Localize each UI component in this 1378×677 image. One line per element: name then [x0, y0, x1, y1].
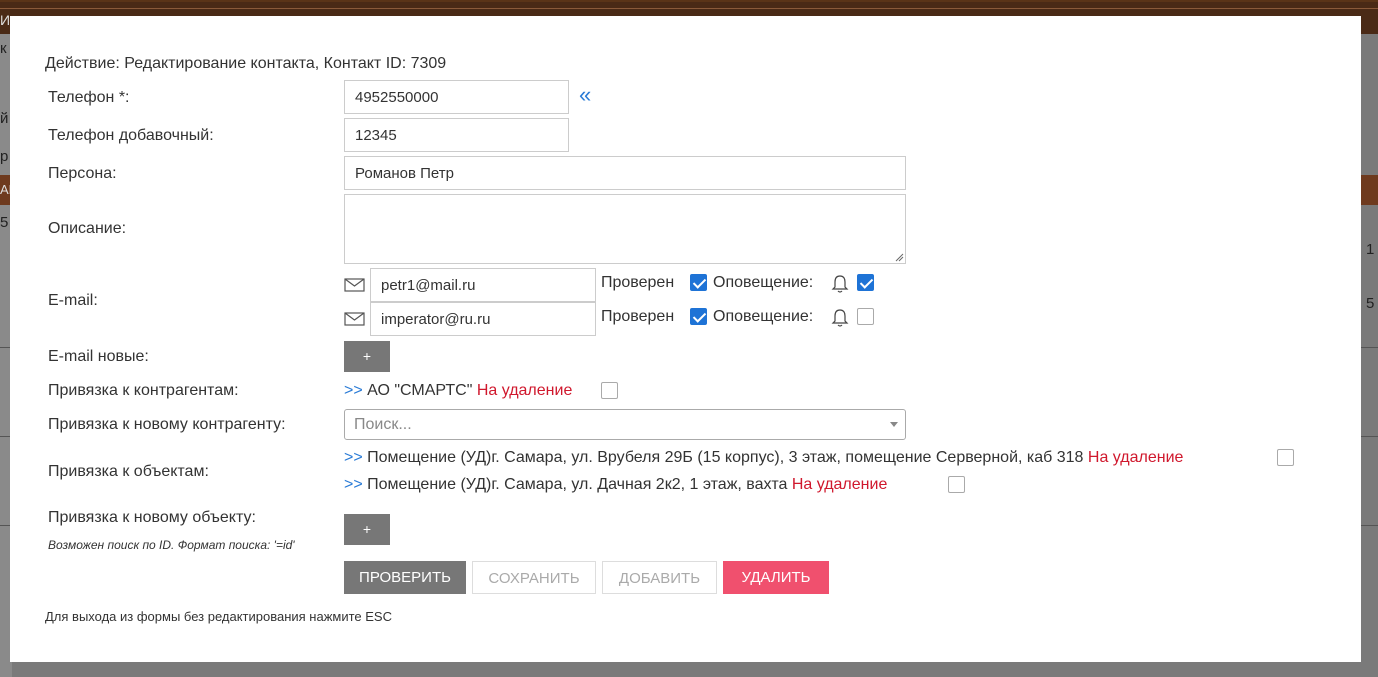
notify-label: Оповещение:	[713, 308, 814, 325]
esc-hint: Для выхода из формы без редактирования н…	[45, 609, 392, 624]
object-item: >> Помещение (УД)г. Самара, ул. Врубеля …	[344, 449, 1183, 467]
contractor-delete-label: На удаление	[476, 382, 573, 399]
add-object-button[interactable]: +	[344, 514, 390, 545]
phone-input[interactable]	[344, 80, 569, 114]
background-divider	[1361, 347, 1378, 348]
notify-checkbox-2[interactable]	[857, 308, 874, 325]
bell-icon	[831, 309, 849, 327]
background-fragment: р	[0, 148, 9, 165]
delete-button[interactable]: УДАЛИТЬ	[723, 561, 829, 594]
verified-label: Проверен	[601, 308, 675, 325]
object-item: >> Помещение (УД)г. Самара, ул. Дачная 2…	[344, 476, 887, 494]
person-input[interactable]	[344, 156, 906, 190]
email-new-label: E-mail новые:	[48, 348, 149, 365]
contractor-link[interactable]: >>	[344, 382, 363, 399]
check-button[interactable]: ПРОВЕРИТЬ	[344, 561, 466, 594]
background-divider	[1361, 525, 1378, 526]
contractor-item: >> АО "СМАРТС" На удаление	[344, 382, 572, 400]
background-fragment: й	[0, 110, 9, 127]
object-link[interactable]: >>	[344, 449, 363, 466]
envelope-icon	[344, 278, 365, 292]
object-delete-label: На удаление	[1087, 449, 1184, 466]
description-label: Описание:	[48, 220, 127, 237]
background-divider	[1361, 436, 1378, 437]
verified-checkbox-2[interactable]	[690, 308, 707, 325]
phone-label: Телефон *:	[48, 89, 130, 106]
resize-grip-icon[interactable]	[894, 252, 904, 262]
background-fragment: И	[0, 12, 11, 28]
new-object-label: Привязка к новому объекту:	[48, 509, 256, 526]
notify-checkbox-1[interactable]	[857, 274, 874, 291]
contractor-search-placeholder: Поиск...	[354, 416, 412, 433]
background-fragment: к	[0, 40, 7, 57]
objects-label: Привязка к объектам:	[48, 463, 209, 480]
object-link[interactable]: >>	[344, 476, 363, 493]
envelope-icon	[344, 312, 365, 326]
object-search-hint: Возможен поиск по ID. Формат поиска: '=i…	[48, 538, 295, 552]
contractor-delete-checkbox[interactable]	[601, 382, 618, 399]
phone-ext-input[interactable]	[344, 118, 569, 152]
object-name: Помещение (УД)г. Самара, ул. Врубеля 29Б…	[367, 449, 1084, 466]
object-delete-label: На удаление	[791, 476, 888, 493]
bell-icon	[831, 275, 849, 293]
add-button[interactable]: ДОБАВИТЬ	[602, 561, 717, 594]
contractors-label: Привязка к контрагентам:	[48, 382, 239, 399]
object-delete-checkbox-1[interactable]	[1277, 449, 1294, 466]
dropdown-caret-icon	[890, 422, 898, 427]
verified-checkbox-1[interactable]	[690, 274, 707, 291]
action-title: Действие: Редактирование контакта, Конта…	[45, 55, 447, 72]
object-delete-checkbox-2[interactable]	[948, 476, 965, 493]
verified-label: Проверен	[601, 274, 675, 291]
background-fragment: 1	[1366, 241, 1375, 258]
edit-contact-modal: Действие: Редактирование контакта, Конта…	[10, 16, 1361, 662]
new-contractor-label: Привязка к новому контрагенту:	[48, 416, 286, 433]
contractor-name: АО "СМАРТС"	[367, 382, 473, 399]
background-fragment: 5	[1366, 295, 1375, 312]
phone-search-link[interactable]: «	[579, 84, 591, 106]
add-email-button[interactable]: +	[344, 341, 390, 372]
email-label: E-mail:	[48, 292, 98, 309]
person-label: Персона:	[48, 165, 117, 182]
email-input-2[interactable]	[370, 302, 596, 336]
save-button[interactable]: СОХРАНИТЬ	[472, 561, 596, 594]
contractor-search-select[interactable]: Поиск...	[344, 409, 906, 440]
object-name: Помещение (УД)г. Самара, ул. Дачная 2к2,…	[367, 476, 788, 493]
background-fragment: 5	[0, 214, 9, 231]
notify-label: Оповещение:	[713, 274, 814, 291]
email-input-1[interactable]	[370, 268, 596, 302]
description-textarea[interactable]	[344, 194, 906, 264]
phone-ext-label: Телефон добавочный:	[48, 127, 214, 144]
